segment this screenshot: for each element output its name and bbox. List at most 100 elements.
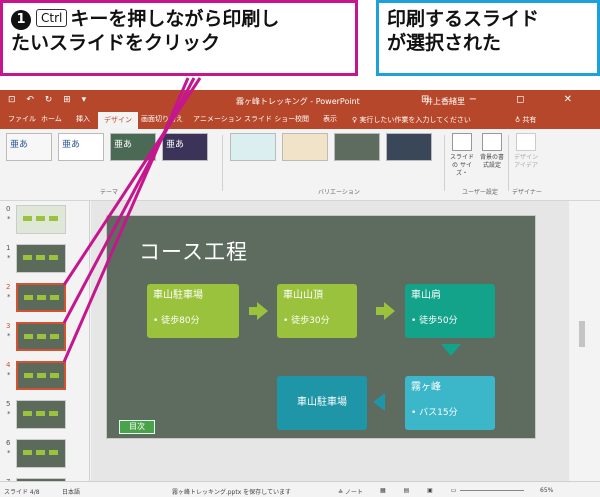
quick-access-toolbar[interactable]: ⊡ ↶ ↻ ⊞ ▾ bbox=[8, 95, 90, 105]
status-bar: スライド 4/8 日本語 霧ヶ峰トレッキング.pptx を保存しています ≙ ノ… bbox=[0, 481, 600, 497]
vertical-scrollbar[interactable] bbox=[569, 201, 600, 481]
slide-size-label: スライドの サイズ・ bbox=[449, 154, 474, 177]
slide-thumbnail[interactable] bbox=[16, 283, 66, 312]
window-controls[interactable]: ⊞ − ◻ ✕ bbox=[421, 94, 590, 105]
step-box[interactable]: 車山山頂 • 徒歩30分 bbox=[277, 284, 357, 338]
zoom-slider[interactable] bbox=[460, 490, 524, 491]
arrow-right-icon bbox=[376, 302, 395, 320]
group-separator bbox=[222, 135, 223, 191]
thumbnail-row[interactable]: 1 * bbox=[0, 242, 90, 280]
thumbnail-mini-shape bbox=[36, 411, 45, 416]
step-sub: • バス15分 bbox=[411, 408, 458, 418]
tab-animations[interactable]: アニメーション bbox=[193, 114, 242, 124]
tab-review[interactable]: 校閲 bbox=[295, 114, 309, 124]
slide-thumbnail[interactable] bbox=[16, 244, 66, 273]
thumbnail-mini-shape bbox=[49, 216, 58, 221]
view-buttons[interactable]: ▦ ▤ ▣ ▭ bbox=[380, 487, 464, 494]
variant-option[interactable] bbox=[386, 133, 432, 161]
slide-size-button[interactable]: スライドの サイズ・ bbox=[448, 133, 476, 178]
design-ideas-button[interactable]: デザイン アイデア bbox=[511, 133, 541, 170]
variant-option[interactable] bbox=[282, 133, 328, 161]
theme-option[interactable]: 亜あ bbox=[6, 133, 52, 161]
variant-option[interactable] bbox=[334, 133, 380, 161]
step-box[interactable]: 車山肩 • 徒歩50分 bbox=[405, 284, 495, 338]
notes-button[interactable]: ≙ ノート bbox=[338, 487, 363, 496]
thumbnail-mini-shape bbox=[36, 216, 45, 221]
step-title: 車山駐車場 bbox=[153, 290, 203, 301]
group-label-user: ユーザー設定 bbox=[462, 189, 498, 196]
step-title: 車山駐車場 bbox=[297, 397, 347, 408]
group-separator bbox=[444, 135, 445, 191]
share-button[interactable]: ♁ 共有 bbox=[515, 115, 536, 125]
thumbnail-mini-shape bbox=[49, 411, 58, 416]
result-callout: 印刷するスライド が選択された bbox=[376, 0, 600, 76]
transition-star-icon: * bbox=[7, 254, 11, 262]
window-title: 霧ヶ峰トレッキング - PowerPoint bbox=[236, 97, 360, 106]
ctrl-key-icon: Ctrl bbox=[36, 9, 68, 27]
variant-option[interactable] bbox=[230, 133, 276, 161]
tab-transitions[interactable]: 画面切り替え bbox=[141, 114, 183, 124]
thumbnail-mini-shape bbox=[24, 373, 33, 378]
step-sub: • 徒歩80分 bbox=[153, 316, 200, 326]
thumbnail-number: 6 bbox=[6, 439, 11, 447]
transition-star-icon: * bbox=[7, 410, 11, 418]
transition-star-icon: * bbox=[7, 293, 11, 301]
slide-title[interactable]: コース工程 bbox=[139, 236, 248, 266]
design-ribbon: 亜あ 亜あ 亜あ 亜あ テーマ バリエーション スライドの サイズ・ 背景の書 … bbox=[0, 129, 600, 201]
theme-option[interactable]: 亜あ bbox=[58, 133, 104, 161]
thumbnail-row[interactable]: 6 * bbox=[0, 437, 90, 475]
thumbnail-row[interactable]: 3 * bbox=[0, 320, 90, 358]
thumbnail-mini-shape bbox=[24, 334, 33, 339]
thumbnail-number: 0 bbox=[6, 205, 11, 213]
transition-star-icon: * bbox=[7, 449, 11, 457]
thumbnail-number: 1 bbox=[6, 244, 11, 252]
transition-star-icon: * bbox=[7, 215, 11, 223]
step-title: 車山肩 bbox=[411, 290, 441, 301]
thumbnail-mini-shape bbox=[49, 450, 58, 455]
zoom-level[interactable]: 65% bbox=[540, 487, 553, 494]
theme-option[interactable]: 亜あ bbox=[110, 133, 156, 161]
callout-text-1: キーを押しながら印刷し bbox=[70, 8, 280, 30]
tab-slideshow[interactable]: スライド ショー bbox=[244, 114, 295, 124]
thumbnail-mini-shape bbox=[50, 334, 59, 339]
slide-thumbnail[interactable] bbox=[16, 400, 66, 429]
callout-line-1: 1 Ctrl キーを押しながら印刷し bbox=[11, 7, 347, 31]
slide-thumbnail[interactable] bbox=[16, 205, 66, 234]
slide-thumbnail[interactable] bbox=[16, 361, 66, 390]
thumbnail-mini-shape bbox=[36, 255, 45, 260]
thumbnail-mini-shape bbox=[24, 295, 33, 300]
thumbnail-mini-shape bbox=[23, 450, 32, 455]
transition-star-icon: * bbox=[7, 332, 11, 340]
step-box[interactable]: 車山駐車場 bbox=[277, 376, 367, 430]
tell-me-search[interactable]: ♀ 実行したい作業を入力してください bbox=[352, 115, 471, 125]
step-box[interactable]: 車山駐車場 • 徒歩80分 bbox=[147, 284, 239, 338]
thumbnail-row[interactable]: 2 * bbox=[0, 281, 90, 319]
arrow-down-icon bbox=[441, 344, 461, 356]
tab-view[interactable]: 表示 bbox=[323, 114, 337, 124]
slide-thumbnail-panel: 0*1*2*3*4*5*6*7* bbox=[0, 201, 90, 497]
design-ideas-icon bbox=[516, 133, 536, 151]
tab-insert[interactable]: 挿入 bbox=[76, 114, 90, 124]
theme-option[interactable]: 亜あ bbox=[162, 133, 208, 161]
thumbnail-row[interactable]: 4 * bbox=[0, 359, 90, 397]
step-sub: • 徒歩50分 bbox=[411, 316, 458, 326]
slide-thumbnail[interactable] bbox=[16, 439, 66, 468]
format-background-button[interactable]: 背景の書 式設定 bbox=[477, 133, 507, 170]
tab-file[interactable]: ファイル bbox=[8, 114, 36, 124]
thumbnail-number: 4 bbox=[6, 361, 11, 369]
tab-design[interactable]: デザイン bbox=[98, 112, 138, 129]
powerpoint-window: ⊡ ↶ ↻ ⊞ ▾ 霧ヶ峰トレッキング - PowerPoint 井上香緒里 ⊞… bbox=[0, 90, 600, 497]
step-sub: • 徒歩30分 bbox=[283, 316, 330, 326]
slide-thumbnail[interactable] bbox=[16, 322, 66, 351]
scroll-thumb[interactable] bbox=[579, 321, 585, 347]
toc-button[interactable]: 目次 bbox=[119, 420, 155, 434]
callout-text-2: たいスライドをクリック bbox=[11, 32, 221, 54]
arrow-left-icon bbox=[373, 393, 385, 411]
thumbnail-row[interactable]: 5 * bbox=[0, 398, 90, 436]
thumbnail-row[interactable]: 0 * bbox=[0, 203, 90, 241]
thumbnail-number: 2 bbox=[6, 283, 11, 291]
transition-star-icon: * bbox=[7, 371, 11, 379]
current-slide: コース工程 車山駐車場 • 徒歩80分 車山山頂 • 徒歩30分 車山肩 • 徒歩50… bbox=[106, 215, 536, 439]
step-box[interactable]: 霧ヶ峰 • バス15分 bbox=[405, 376, 495, 430]
tab-home[interactable]: ホーム bbox=[41, 114, 62, 124]
